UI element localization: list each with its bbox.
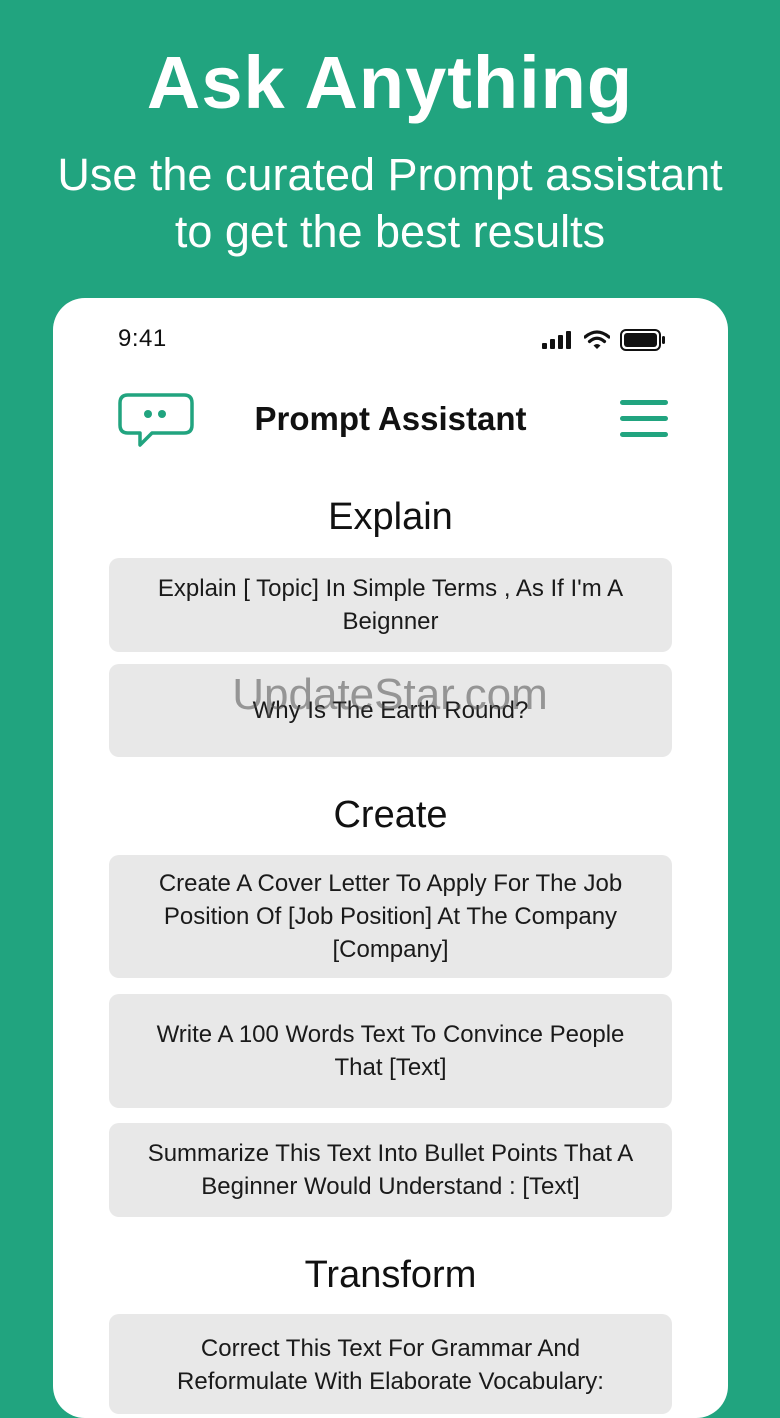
phone-screen: 9:41 Prompt Assistant Explain Explain [… xyxy=(53,298,728,1418)
section-title-create: Create xyxy=(333,794,448,836)
status-icons xyxy=(542,329,666,351)
status-time: 9:41 xyxy=(118,325,167,352)
hero-subtitle-line-2: to get the best results xyxy=(174,206,606,257)
wifi-icon xyxy=(584,330,610,349)
section-title-transform: Transform xyxy=(304,1254,477,1296)
hero-subtitle-line-1: Use the curated Prompt assistant xyxy=(57,149,723,200)
hero-title: Ask Anything xyxy=(146,41,634,124)
hero-subtitle: Use the curated Prompt assistant to get … xyxy=(0,146,780,260)
prompt-card[interactable]: Write A 100 Words Text To Convince Peopl… xyxy=(109,994,672,1108)
prompt-card[interactable]: Create A Cover Letter To Apply For The J… xyxy=(109,855,672,978)
prompt-card[interactable]: Correct This Text For Grammar And Reform… xyxy=(109,1314,672,1414)
prompt-card[interactable]: Explain [ Topic] In Simple Terms , As If… xyxy=(109,558,672,652)
signal-icon xyxy=(542,331,571,349)
battery-icon xyxy=(620,329,665,351)
menu-icon[interactable] xyxy=(620,398,668,440)
prompt-card[interactable]: Summarize This Text Into Bullet Points T… xyxy=(109,1123,672,1217)
section-title-explain: Explain xyxy=(328,496,453,538)
prompt-card[interactable]: Why Is The Earth Round? xyxy=(109,664,672,757)
app-header: Prompt Assistant xyxy=(53,390,728,450)
